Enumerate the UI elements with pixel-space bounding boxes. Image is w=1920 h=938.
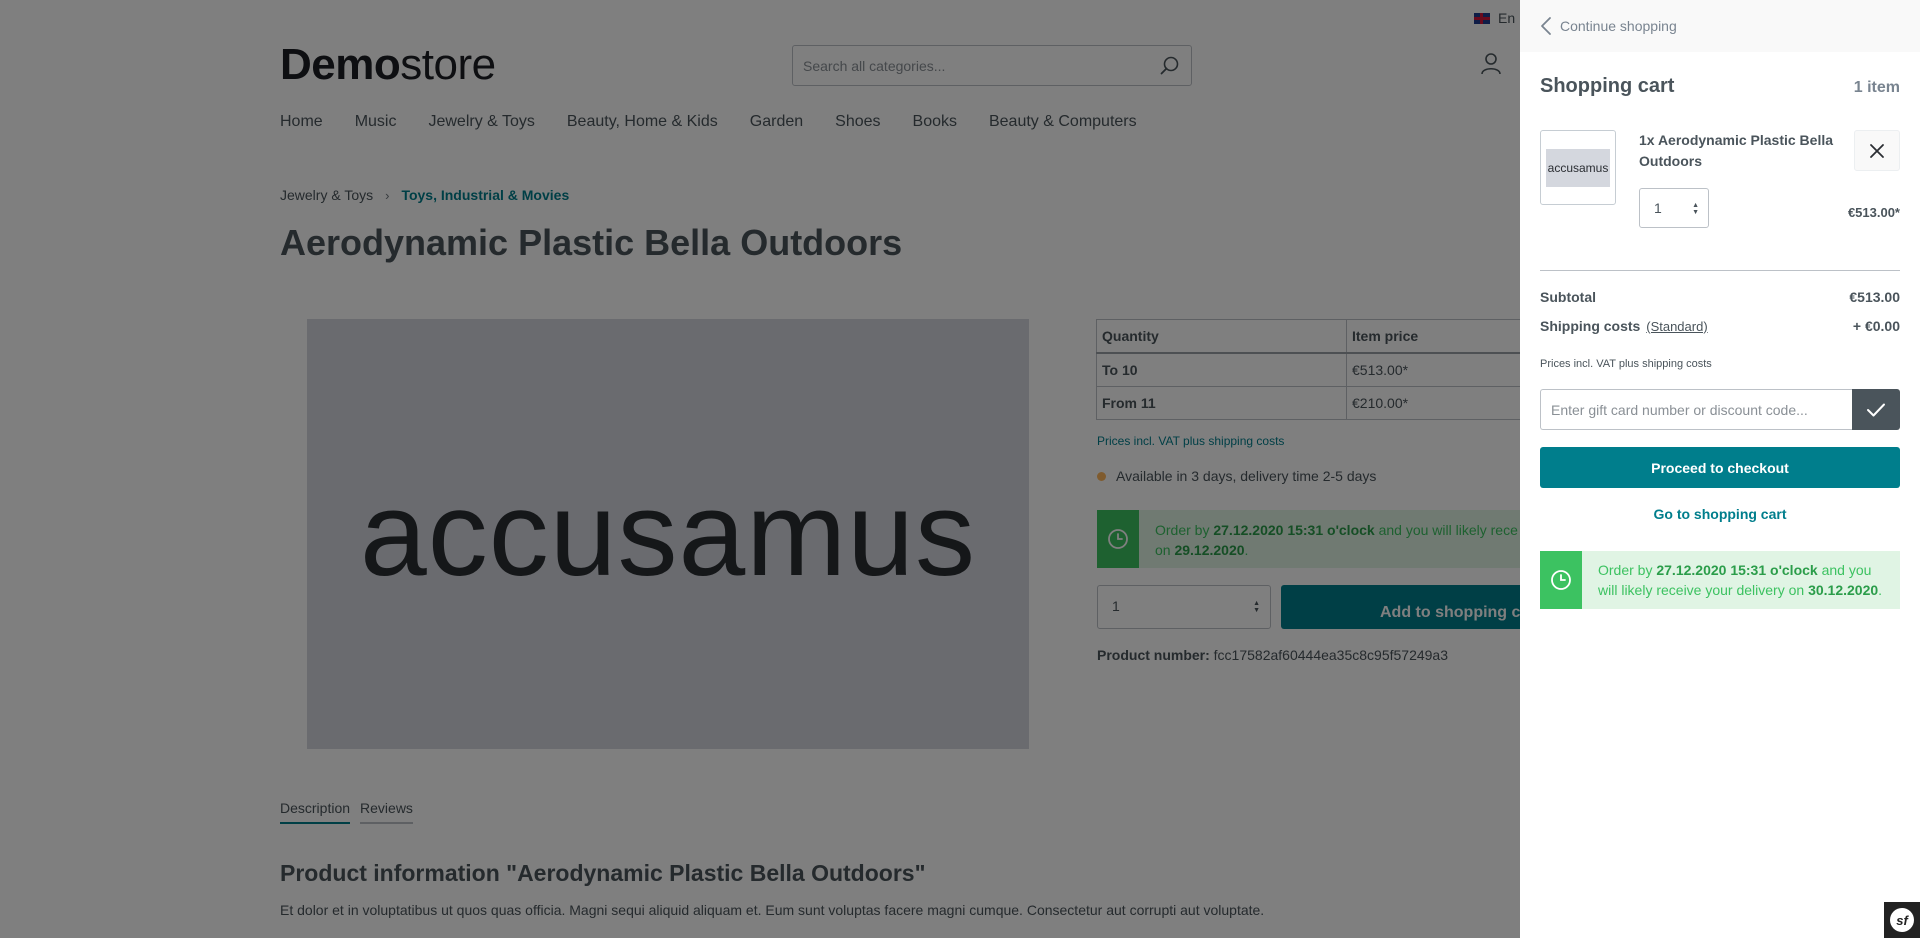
cart-title: Shopping cart	[1540, 75, 1675, 97]
shipping-method-link[interactable]: (Standard)	[1646, 319, 1707, 334]
discount-code-form	[1540, 389, 1900, 430]
offcanvas-cart: Continue shopping Shopping cart 1 item a…	[1520, 0, 1920, 938]
checkmark-icon	[1867, 403, 1885, 416]
remove-item-button[interactable]	[1854, 130, 1900, 171]
clock-icon	[1540, 551, 1582, 609]
shipping-label-wrap: Shipping costs (Standard)	[1540, 318, 1708, 334]
subtotal-row: Subtotal €513.00	[1540, 289, 1900, 305]
subtotal-label: Subtotal	[1540, 289, 1596, 305]
cart-delivery-date: 30.12.2020	[1808, 582, 1879, 598]
cart-delivery-text: Order by 27.12.2020 15:31 o'clock and yo…	[1582, 551, 1900, 609]
go-to-cart-link[interactable]: Go to shopping cart	[1540, 506, 1900, 522]
subtotal-value: €513.00	[1849, 289, 1900, 305]
line-item-quantity-value: 1	[1654, 200, 1662, 216]
cart-delivery-end: .	[1878, 582, 1883, 598]
cart-vat-note: Prices incl. VAT plus shipping costs	[1540, 358, 1712, 370]
proceed-to-checkout-button[interactable]: Proceed to checkout	[1540, 447, 1900, 488]
apply-code-button[interactable]	[1852, 389, 1900, 430]
close-icon	[1870, 143, 1884, 158]
line-item-quantity-select[interactable]: 1 ▲ ▼	[1639, 188, 1709, 228]
continue-shopping-button[interactable]: Continue shopping	[1520, 0, 1920, 52]
shipping-value: + €0.00	[1852, 318, 1900, 334]
discount-code-input[interactable]	[1540, 389, 1852, 430]
line-item-image-text: accusamus	[1546, 148, 1610, 187]
cart-delivery-deadline: 27.12.2020 15:31 o'clock	[1656, 562, 1818, 578]
cart-header: Shopping cart 1 item	[1540, 75, 1900, 98]
symfony-icon: sf	[1890, 908, 1914, 932]
cart-item-count: 1 item	[1853, 79, 1900, 96]
cart-delivery-info: Order by 27.12.2020 15:31 o'clock and yo…	[1540, 551, 1900, 609]
line-item-name[interactable]: 1x Aerodynamic Plastic Bella Outdoors	[1639, 130, 1839, 172]
chevron-left-icon	[1541, 17, 1551, 35]
shipping-label: Shipping costs	[1540, 318, 1641, 334]
line-item-image[interactable]: accusamus	[1540, 130, 1616, 205]
shipping-row: Shipping costs (Standard) + €0.00	[1540, 318, 1900, 334]
continue-shopping-label: Continue shopping	[1560, 18, 1677, 34]
select-arrows-icon: ▲▼	[1692, 202, 1699, 216]
cart-delivery-pre: Order by	[1598, 562, 1657, 578]
line-item-price: €513.00*	[1847, 205, 1900, 220]
symfony-toolbar-toggle[interactable]: sf	[1884, 902, 1920, 938]
divider	[1540, 270, 1900, 271]
